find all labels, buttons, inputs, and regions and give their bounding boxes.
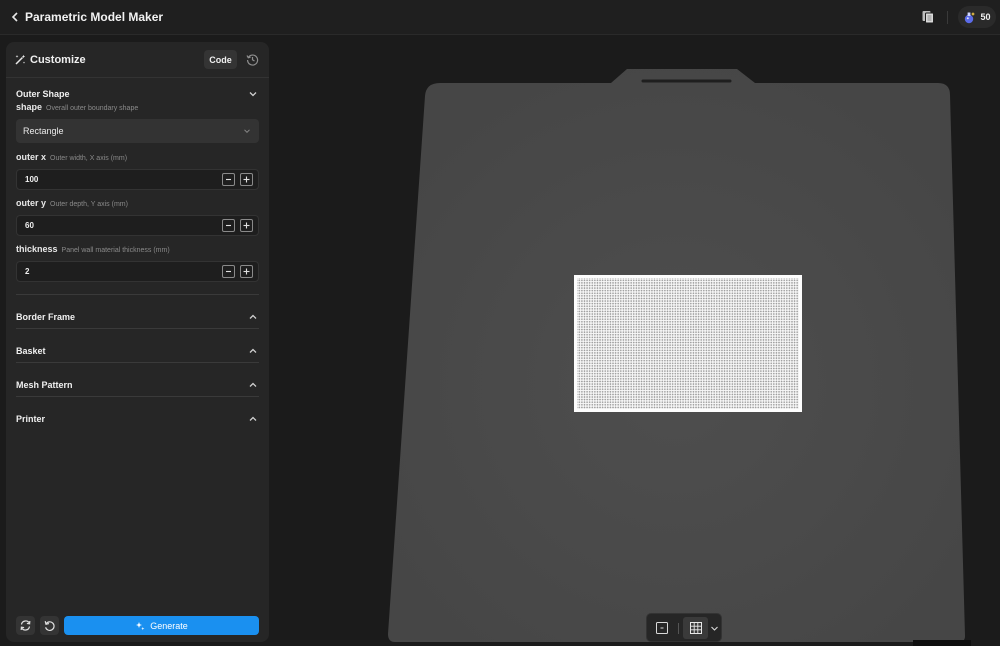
section-outer-shape[interactable]: Outer Shape [16,89,70,99]
outer-x-label-text: outer x [16,152,47,162]
code-button[interactable]: Code [204,50,237,69]
chevron-up-icon[interactable] [248,414,258,424]
outer-x-value: 100 [25,175,39,184]
customize-panel: Customize Code Outer Shape shape Overall … [6,42,269,642]
field-outer-y-label: outer y Outer depth, Y axis (mm) [16,198,128,208]
history-icon[interactable] [246,53,259,66]
plus-icon [243,176,250,183]
thickness-value: 2 [25,267,30,276]
thickness-decrement-button[interactable] [222,265,235,278]
generate-button[interactable]: Generate [64,616,259,635]
minus-icon [226,224,231,227]
panel-title: Customize [30,54,86,66]
potion-icon [965,11,976,23]
outer-x-hint: Outer width, X axis (mm) [50,155,128,162]
back-button[interactable] [8,9,22,25]
model-preview [574,275,802,412]
topbar-divider [947,11,948,24]
view-toolbar [646,613,722,642]
section-divider [16,294,259,295]
top-bar: Parametric Model Maker 50 [0,0,1000,35]
section-border-frame[interactable]: Border Frame [16,312,75,322]
outer-y-value: 60 [25,221,34,230]
chevron-down-icon[interactable] [248,89,258,99]
app-title: Parametric Model Maker [25,10,164,24]
field-shape-label: shape Overall outer boundary shape [16,102,138,112]
shape-select[interactable]: Rectangle [16,119,259,143]
copy-button[interactable] [920,9,936,25]
outer-x-decrement-button[interactable] [222,173,235,186]
undo-button[interactable] [40,616,59,635]
chevron-down-icon[interactable] [710,621,719,635]
outer-x-input[interactable]: 100 [16,169,259,190]
minus-icon [226,178,231,181]
outer-y-increment-button[interactable] [240,219,253,232]
outer-y-decrement-button[interactable] [222,219,235,232]
panel-header: Customize Code [6,42,269,78]
square-icon[interactable] [655,621,669,635]
outer-x-increment-button[interactable] [240,173,253,186]
grid-icon[interactable] [689,621,703,635]
outer-y-input[interactable]: 60 [16,215,259,236]
credits-count: 50 [980,12,991,22]
section-divider [16,396,259,397]
copy-icon [922,11,934,24]
section-divider [16,362,259,363]
minus-icon [226,270,231,273]
model-viewport[interactable] [275,36,1000,646]
thickness-input[interactable]: 2 [16,261,259,282]
chevron-left-icon [11,12,18,22]
section-divider [16,328,259,329]
chevron-up-icon[interactable] [248,312,258,322]
thickness-label-text: thickness [16,244,58,254]
regenerate-button[interactable] [16,616,35,635]
chevron-up-icon[interactable] [248,346,258,356]
shape-label-text: shape [16,102,43,112]
viewport-corner-mark [913,640,971,646]
toolbar-divider [678,623,679,634]
chevron-up-icon[interactable] [248,380,258,390]
field-thickness-label: thickness Panel wall material thickness (… [16,244,170,254]
sparkle-icon [136,621,145,630]
credits-badge[interactable]: 50 [958,6,996,28]
plus-icon [243,268,250,275]
shape-select-value: Rectangle [23,126,64,136]
plus-icon [243,222,250,229]
thickness-increment-button[interactable] [240,265,253,278]
generate-label: Generate [150,620,188,631]
outer-y-label-text: outer y [16,198,47,208]
field-outer-x-label: outer x Outer width, X axis (mm) [16,152,127,162]
section-basket[interactable]: Basket [16,346,46,356]
thickness-hint: Panel wall material thickness (mm) [61,247,170,254]
section-printer[interactable]: Printer [16,414,45,424]
outer-y-hint: Outer depth, Y axis (mm) [50,201,128,208]
shape-hint: Overall outer boundary shape [46,105,139,112]
wand-icon [15,54,26,65]
undo-icon [44,621,55,631]
section-mesh-pattern[interactable]: Mesh Pattern [16,380,73,390]
refresh-icon [20,620,31,631]
chevron-down-icon [244,129,250,134]
